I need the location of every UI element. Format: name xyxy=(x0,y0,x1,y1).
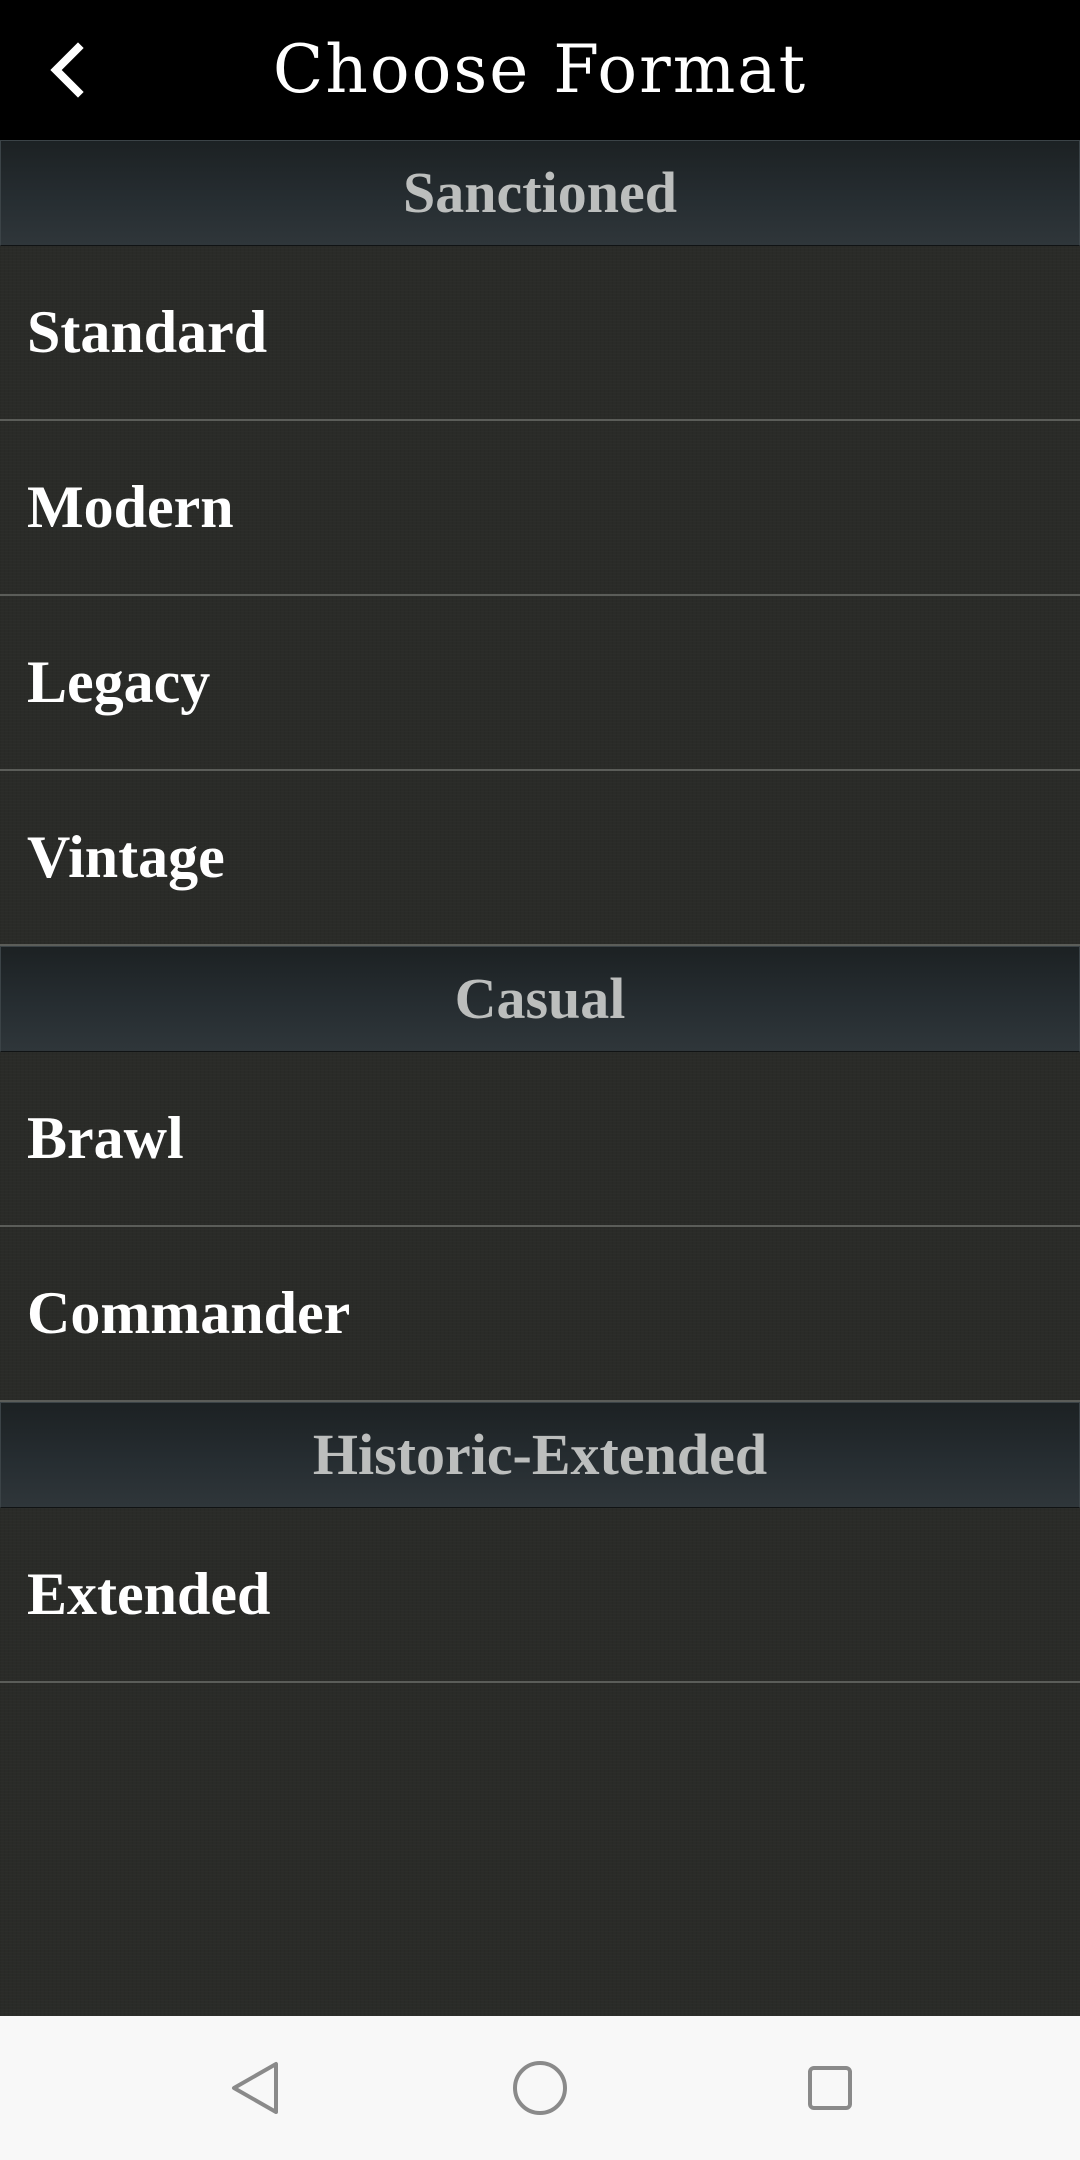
square-recents-icon xyxy=(808,2066,852,2110)
section-header-historic-extended: Historic-Extended xyxy=(0,1402,1080,1508)
chevron-left-icon xyxy=(50,42,84,98)
format-item-standard[interactable]: Standard xyxy=(0,246,1080,421)
section-header-casual: Casual xyxy=(0,946,1080,1052)
format-item-brawl[interactable]: Brawl xyxy=(0,1052,1080,1227)
system-navigation-bar xyxy=(0,2016,1080,2160)
format-item-commander[interactable]: Commander xyxy=(0,1227,1080,1402)
format-item-modern[interactable]: Modern xyxy=(0,421,1080,596)
triangle-back-icon xyxy=(232,2062,278,2114)
system-home-button[interactable] xyxy=(490,2038,590,2138)
system-recents-button[interactable] xyxy=(780,2038,880,2138)
format-list: Sanctioned Standard Modern Legacy Vintag… xyxy=(0,140,1080,1683)
top-app-bar: Choose Format xyxy=(0,0,1080,140)
circle-home-icon xyxy=(513,2061,567,2115)
back-button[interactable] xyxy=(20,20,120,120)
section-header-sanctioned: Sanctioned xyxy=(0,140,1080,246)
format-item-vintage[interactable]: Vintage xyxy=(0,771,1080,946)
app-screen: Choose Format Sanctioned Standard Modern… xyxy=(0,0,1080,2160)
format-item-legacy[interactable]: Legacy xyxy=(0,596,1080,771)
system-back-button[interactable] xyxy=(205,2038,305,2138)
format-item-extended[interactable]: Extended xyxy=(0,1508,1080,1683)
page-title: Choose Format xyxy=(272,31,808,108)
